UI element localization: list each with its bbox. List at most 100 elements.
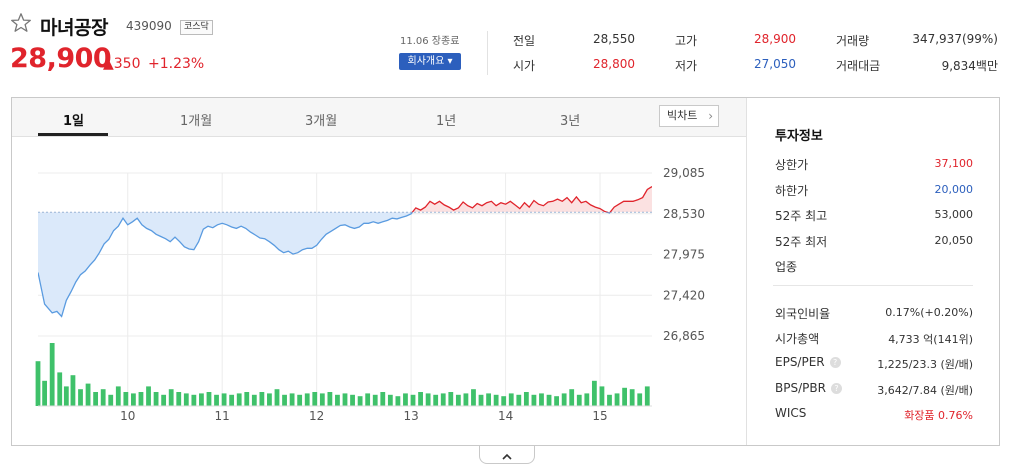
volume-bar	[410, 394, 416, 406]
volume-bar	[100, 389, 106, 406]
volume-bar	[312, 392, 318, 406]
week52-high-label: 52주 최고	[775, 209, 828, 223]
volume-bar	[236, 393, 242, 406]
x-tick-label: 13	[403, 409, 418, 423]
week52-low-label: 52주 최저	[775, 234, 828, 249]
volume-bar	[267, 393, 272, 406]
y-tick-label: 28,530	[663, 207, 705, 221]
market-cap-label: 시가총액	[775, 330, 819, 347]
volume-bar	[49, 343, 55, 406]
foreign-ratio-value: 0.17%(+0.20%)	[885, 306, 973, 319]
volume-bar	[244, 392, 250, 406]
market-cap-label-text: 시가총액	[775, 332, 820, 347]
volume-bar	[448, 392, 454, 406]
week52-low-value: 20,050	[934, 233, 974, 247]
volume-bar	[297, 394, 303, 406]
y-tick-label: 27,420	[663, 288, 705, 302]
volume-bar	[478, 394, 484, 406]
bps-pbr-label-text: BPS/PBR	[775, 380, 826, 395]
volume-bar	[357, 396, 363, 406]
volume-bar	[508, 393, 514, 406]
collapse-chart-button[interactable]	[479, 446, 535, 464]
volume-bar	[206, 392, 212, 406]
volume-bar	[319, 393, 325, 406]
x-tick-label: 11	[215, 409, 230, 423]
quote-label-trade-amount: 거래대금	[836, 59, 881, 73]
volume-bar	[607, 394, 612, 406]
volume-bar	[168, 389, 174, 406]
volume-bar	[403, 393, 408, 406]
bps-pbr-value: 3,642/7.84 (원/배)	[877, 383, 973, 397]
volume-bar	[123, 392, 129, 406]
volume-bar	[523, 392, 529, 406]
upper-limit-label: 상한가	[775, 158, 809, 172]
volume-bar	[199, 393, 204, 406]
volume-bar	[289, 393, 295, 406]
volume-bar	[146, 386, 151, 406]
volume-bar	[93, 392, 99, 406]
volume-bar	[42, 380, 48, 406]
volume-bar	[395, 396, 401, 406]
volume-bar	[70, 375, 76, 406]
volume-bar	[433, 394, 439, 406]
volume-bar	[282, 394, 287, 406]
volume-bar	[387, 394, 393, 406]
volume-bar	[599, 386, 605, 406]
volume-bar	[516, 394, 522, 406]
volume-bar	[493, 394, 499, 406]
x-tick-label: 15	[592, 409, 607, 423]
volume-bar	[153, 392, 159, 406]
volume-bar	[486, 393, 491, 406]
volume-bar	[108, 394, 114, 406]
volume-bar	[85, 383, 91, 406]
volume-bar	[501, 396, 507, 406]
quote-value-trade-amount: 9,834백만	[941, 59, 998, 73]
volume-bar	[327, 392, 333, 406]
x-tick-label: 14	[498, 409, 513, 423]
volume-bar	[463, 393, 469, 406]
volume-bar	[57, 372, 63, 406]
volume-bar	[161, 394, 167, 406]
volume-bar	[554, 396, 559, 406]
volume-bar	[644, 386, 650, 406]
wics-label-text: WICS	[775, 405, 807, 420]
volume-bar	[637, 393, 643, 406]
wics-value: 화장품 0.76%	[904, 408, 973, 422]
eps-per-value: 1,225/23.3 (원/배)	[877, 358, 973, 372]
lower-limit-value: 20,000	[934, 182, 974, 196]
volume-bar	[274, 389, 280, 406]
intraday-chart: 29,085 28,530 27,975 27,420 26,865 10 11 12 13 14…	[35, 166, 705, 423]
y-tick-label: 26,865	[663, 329, 705, 343]
volume-bar	[425, 393, 431, 406]
volume-bar	[365, 393, 371, 406]
volume-bar	[115, 386, 121, 406]
foreign-ratio-label: 외국인비율	[775, 305, 830, 322]
volume-bar	[569, 389, 575, 406]
volume-bar	[176, 392, 182, 406]
x-tick-label: 10	[120, 409, 135, 423]
volume-bar	[335, 394, 340, 406]
volume-bar	[63, 386, 69, 406]
volume-bar	[531, 394, 537, 406]
price-fill-above-prev-close	[412, 186, 652, 213]
volume-bar	[471, 389, 476, 406]
volume-bar	[350, 394, 355, 406]
volume-bar	[304, 393, 310, 406]
volume-bar	[372, 394, 378, 406]
volume-bar	[259, 392, 265, 406]
side-info-separator	[773, 285, 973, 286]
volume-bar	[380, 392, 386, 406]
wics-label: WICS	[775, 406, 806, 420]
quote-value-volume: 347,937(99%)	[912, 32, 998, 46]
eps-per-label-text: EPS/PER	[775, 355, 825, 370]
volume-bar	[440, 393, 446, 406]
y-tick-label: 27,975	[663, 248, 705, 262]
lower-limit-label: 하한가	[775, 183, 809, 198]
volume-bar	[614, 393, 620, 406]
volume-bar	[591, 380, 597, 406]
volume-bar	[546, 394, 552, 406]
invest-info-title: 투자정보	[775, 129, 823, 144]
volume-bar	[629, 389, 635, 406]
volume-bar	[584, 393, 590, 406]
foreign-ratio-label-text: 외국인비율	[775, 307, 831, 321]
